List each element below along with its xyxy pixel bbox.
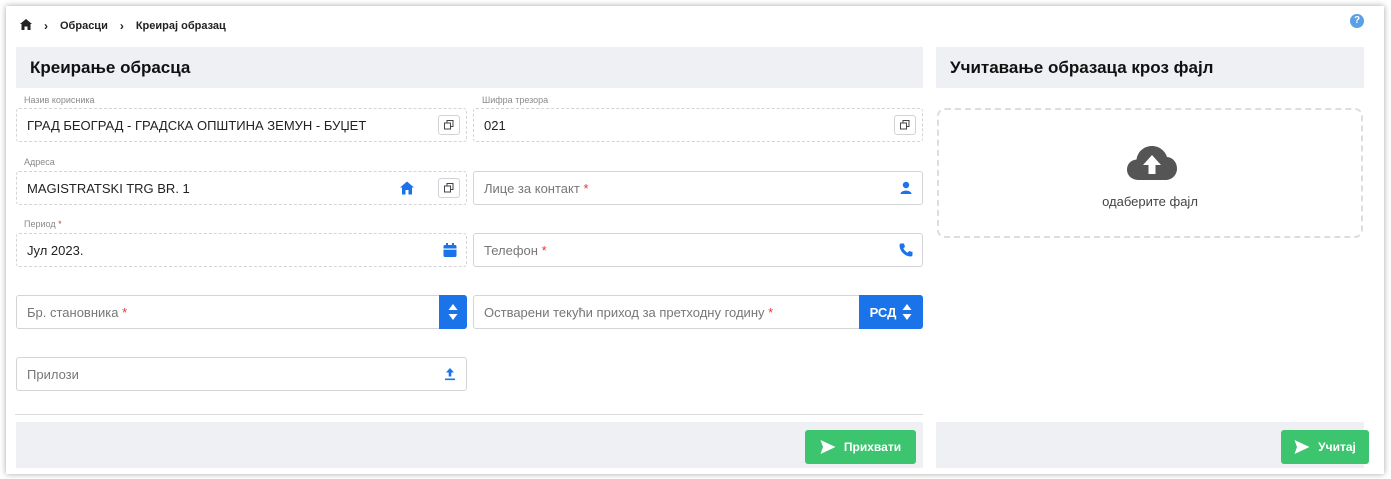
breadcrumb-item-forms[interactable]: Обрасци [60, 20, 108, 32]
cloud-upload-icon [1127, 146, 1177, 180]
population-placeholder: Бр. становника [27, 304, 119, 320]
copy-icon [900, 120, 910, 130]
population-input[interactable]: Бр. становника * [16, 295, 467, 329]
stepper-icon [448, 304, 458, 320]
divider [15, 414, 923, 415]
user-name-field[interactable]: ГРАД БЕОГРАД - ГРАДСКА ОПШТИНА ЗЕМУН - Б… [16, 108, 467, 142]
attachments-placeholder: Прилози [27, 366, 79, 382]
choose-file-text: одаберите фајл [1102, 194, 1198, 209]
contact-placeholder: Лице за контакт [484, 180, 580, 196]
left-section-title: Креирање обрасца [16, 47, 923, 88]
user-name-value: ГРАД БЕОГРАД - ГРАДСКА ОПШТИНА ЗЕМУН - Б… [27, 117, 367, 133]
user-name-label: Назив корисника [24, 95, 95, 105]
currency-label: РСД [869, 304, 897, 320]
currency-stepper[interactable]: РСД [859, 295, 923, 329]
chevron-right-icon: › [119, 19, 124, 33]
accept-button[interactable]: Прихвати [805, 430, 916, 464]
treasury-value: 021 [484, 117, 506, 133]
required-mark: * [541, 242, 547, 258]
user-icon [900, 181, 912, 194]
upload-icon[interactable] [442, 366, 458, 382]
income-input[interactable]: Остварени текући приход за претходну год… [473, 295, 923, 329]
breadcrumb: › Обрасци › Креирај образац [20, 18, 226, 34]
load-button-label: Учитај [1318, 440, 1356, 454]
attachments-input[interactable]: Прилози [16, 357, 467, 391]
load-button[interactable]: Учитај [1281, 430, 1369, 464]
home-icon [400, 181, 414, 195]
help-icon[interactable]: ? [1350, 14, 1364, 28]
right-section-title: Учитавање образаца кроз фајл [936, 47, 1364, 88]
send-icon [820, 440, 836, 454]
address-label: Адреса [24, 157, 55, 167]
address-field[interactable]: MAGISTRATSKI TRG BR. 1 [16, 171, 467, 205]
required-mark: * [122, 304, 128, 320]
phone-placeholder: Телефон [484, 242, 538, 258]
period-label: Период * [24, 219, 62, 229]
income-placeholder: Остварени текући приход за претходну год… [484, 304, 765, 320]
copy-icon [444, 120, 454, 130]
calendar-icon[interactable] [442, 242, 458, 258]
chevron-right-icon: › [44, 19, 48, 33]
accept-button-label: Прихвати [843, 440, 902, 454]
treasury-field[interactable]: 021 [473, 108, 923, 142]
copy-button[interactable] [438, 115, 460, 135]
required-mark: * [583, 180, 589, 196]
file-drop-zone[interactable]: одаберите фајл [937, 108, 1363, 238]
phone-input[interactable]: Телефон * [473, 233, 923, 267]
period-field[interactable]: Јул 2023. [16, 233, 467, 267]
left-footer [16, 422, 923, 468]
send-icon [1294, 440, 1310, 454]
treasury-label: Шифра трезора [482, 95, 549, 105]
home-icon[interactable] [20, 19, 32, 33]
required-mark: * [768, 304, 774, 320]
contact-person-input[interactable]: Лице за контакт * [473, 171, 923, 205]
stepper-icon [902, 304, 912, 320]
period-value: Јул 2023. [27, 242, 84, 258]
copy-button[interactable] [438, 178, 460, 198]
copy-icon [444, 183, 454, 193]
copy-button[interactable] [894, 115, 916, 135]
breadcrumb-item-create: Креирај образац [135, 20, 226, 32]
phone-icon [899, 243, 913, 257]
number-stepper[interactable] [439, 295, 467, 329]
